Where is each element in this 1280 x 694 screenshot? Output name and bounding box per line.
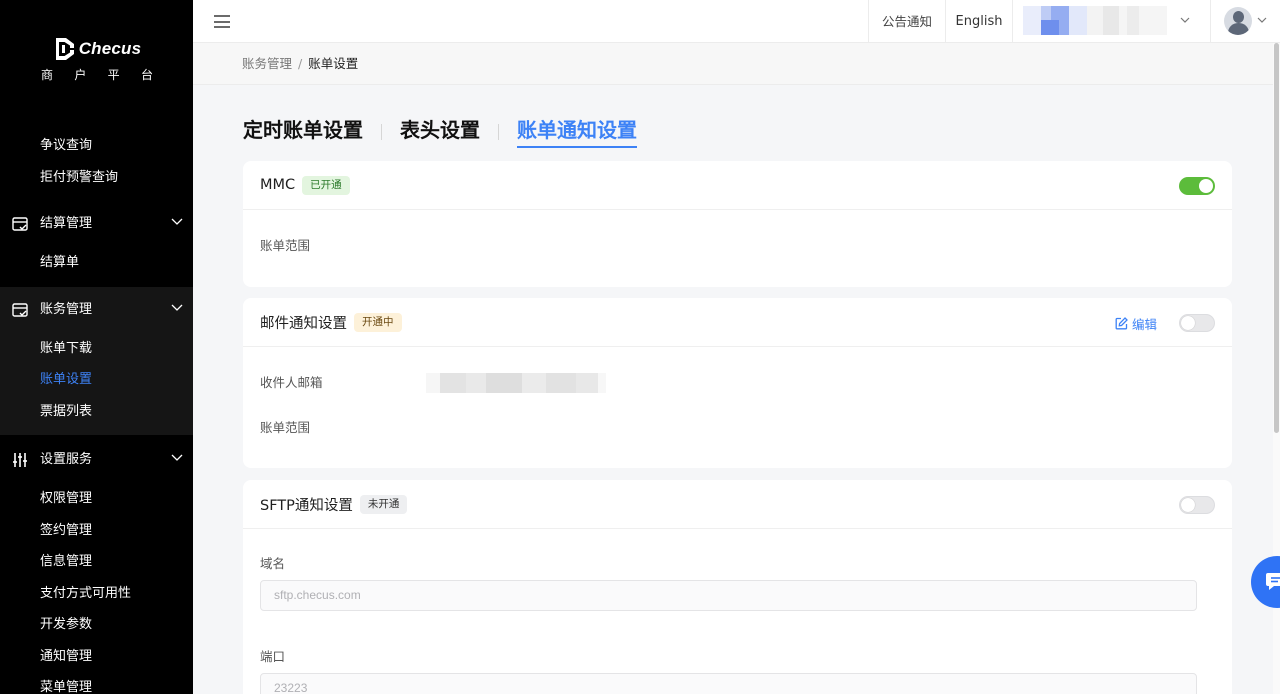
sidebar-group-label: 账务管理 — [40, 301, 93, 317]
sidebar-item-permission-management[interactable]: 权限管理 — [0, 483, 193, 515]
bill-scope-label: 账单范围 — [260, 238, 311, 253]
merchant-name-redacted — [1023, 6, 1167, 35]
status-badge: 开通中 — [354, 312, 402, 332]
edit-button[interactable]: 编辑 — [1115, 314, 1157, 333]
tab-bill-notification-settings[interactable]: 账单通知设置 — [517, 116, 637, 148]
email-notification-card: 邮件通知设置 开通中 编辑 收件人邮箱 账单范围 — [243, 298, 1232, 468]
avatar — [1224, 7, 1252, 35]
status-badge: 已开通 — [302, 175, 350, 195]
domain-input[interactable]: sftp.checus.com — [260, 580, 1197, 611]
chevron-down-icon — [171, 304, 183, 311]
sidebar-item-menu-management[interactable]: 菜单管理 — [0, 672, 193, 694]
language-switch[interactable]: English — [945, 0, 1012, 43]
sftp-toggle[interactable] — [1179, 496, 1215, 514]
breadcrumb-separator: / — [298, 56, 303, 71]
sftp-title: SFTP通知设置 — [260, 497, 353, 514]
email-toggle[interactable] — [1179, 314, 1215, 332]
mmc-toggle[interactable] — [1179, 177, 1215, 195]
recipient-email-label: 收件人邮箱 — [260, 375, 323, 390]
brand-name: Checus — [78, 39, 142, 58]
sidebar-item-settlement-statement[interactable]: 结算单 — [0, 247, 193, 279]
domain-label: 域名 — [260, 556, 286, 571]
sidebar: Checus 商 户 平 台 争议查询 拒付预警查询 结算管理 结算单 账务管理… — [0, 0, 193, 694]
tab-divider — [498, 124, 499, 140]
sidebar-group-label: 设置服务 — [40, 452, 93, 467]
checus-logo-icon — [55, 38, 74, 60]
breadcrumb: 账务管理 / 账单设置 — [193, 43, 1273, 85]
email-title: 邮件通知设置 — [260, 315, 347, 332]
settlement-icon — [12, 217, 28, 231]
mmc-title: MMC — [260, 177, 296, 193]
merchant-selector[interactable] — [1012, 0, 1210, 43]
sidebar-item-bill-settings[interactable]: 账单设置 — [0, 364, 193, 396]
chevron-down-icon — [1180, 17, 1190, 23]
email-card-header: 邮件通知设置 开通中 编辑 — [243, 298, 1232, 347]
sidebar-item-invoice-list[interactable]: 票据列表 — [0, 396, 193, 428]
port-input[interactable]: 23223 — [260, 673, 1197, 694]
sidebar-group-label: 结算管理 — [40, 216, 93, 231]
sidebar-group-accounting-container: 账务管理 账单下载 账单设置 票据列表 — [0, 286, 193, 435]
sidebar-item-developer-parameters[interactable]: 开发参数 — [0, 609, 193, 641]
mmc-card-header: MMC 已开通 — [243, 161, 1232, 210]
sidebar-group-settings-services[interactable]: 设置服务 — [0, 437, 193, 483]
mmc-card: MMC 已开通 账单范围 — [243, 161, 1232, 287]
recipient-email-redacted — [426, 373, 606, 393]
tab-scheduled-bill-settings[interactable]: 定时账单设置 — [243, 116, 363, 148]
menu-toggle-icon[interactable] — [214, 15, 230, 28]
sidebar-item-bill-download[interactable]: 账单下载 — [0, 333, 193, 365]
sidebar-item-dispute-query[interactable]: 争议查询 — [0, 130, 193, 162]
port-label: 端口 — [260, 649, 286, 664]
sliders-icon — [13, 453, 27, 467]
sidebar-item-contract-management[interactable]: 签约管理 — [0, 515, 193, 547]
sidebar-group-settlement[interactable]: 结算管理 — [0, 201, 193, 247]
main-content: 定时账单设置 表头设置 账单通知设置 MMC 已开通 账单范围 邮件通知设置 开… — [193, 86, 1273, 694]
bill-scope-label: 账单范围 — [260, 420, 311, 435]
sidebar-item-payment-method-availability[interactable]: 支付方式可用性 — [0, 578, 193, 610]
brand-logo[interactable]: Checus 商 户 平 台 — [0, 36, 193, 83]
tab-divider — [381, 124, 382, 140]
sidebar-item-info-management[interactable]: 信息管理 — [0, 546, 193, 578]
edit-icon — [1115, 317, 1128, 330]
accounting-icon — [12, 302, 28, 317]
sidebar-group-accounting[interactable]: 账务管理 — [0, 287, 193, 333]
brand-subtitle: 商 户 平 台 — [41, 68, 153, 82]
edit-label: 编辑 — [1131, 317, 1157, 332]
sidebar-item-notification-management[interactable]: 通知管理 — [0, 641, 193, 673]
sftp-notification-card: SFTP通知设置 未开通 域名 sftp.checus.com 端口 23223 — [243, 480, 1232, 694]
status-badge: 未开通 — [359, 494, 408, 514]
user-menu[interactable] — [1210, 0, 1280, 43]
top-header: 公告通知 English — [193, 0, 1280, 43]
chevron-down-icon — [171, 454, 183, 461]
breadcrumb-current: 账单设置 — [308, 56, 359, 71]
chat-icon — [1266, 573, 1280, 590]
chevron-down-icon — [1257, 17, 1267, 23]
sidebar-item-chargeback-alert-query[interactable]: 拒付预警查询 — [0, 162, 193, 194]
sidebar-menu: 争议查询 拒付预警查询 结算管理 结算单 账务管理 账单下载 账单设置 票据列表… — [0, 130, 193, 694]
tab-bar: 定时账单设置 表头设置 账单通知设置 — [243, 116, 637, 148]
chevron-down-icon — [171, 218, 183, 225]
breadcrumb-parent[interactable]: 账务管理 — [242, 56, 292, 71]
tab-header-settings[interactable]: 表头设置 — [400, 116, 480, 148]
notice-link[interactable]: 公告通知 — [868, 0, 945, 43]
sftp-card-header: SFTP通知设置 未开通 — [243, 480, 1232, 529]
